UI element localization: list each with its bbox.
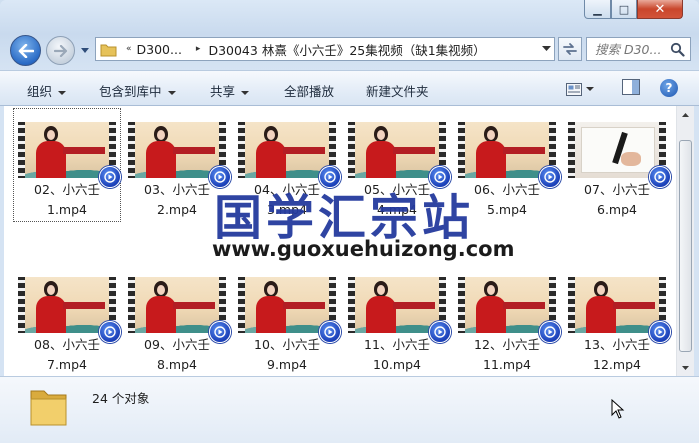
address-dropdown-icon[interactable] [542,44,551,53]
organize-menu[interactable]: 组织 [27,81,67,100]
file-name-line2: 9.mp4 [267,357,307,372]
file-name: 13、小六壬 12.mp4 [563,335,671,375]
preview-pane-icon [622,79,640,95]
file-name-line1: 08、小六壬 [34,337,100,352]
file-item[interactable]: 13、小六壬 12.mp4 [563,263,671,376]
file-name: 09、小六壬 8.mp4 [123,335,231,375]
scroll-up-button[interactable] [677,106,694,123]
change-view-button[interactable] [566,80,594,98]
play-all-button[interactable]: 全部播放 [284,81,334,100]
search-icon[interactable] [670,42,685,57]
help-button[interactable]: ? [660,79,678,97]
minimize-icon: ▁ [593,2,602,16]
view-options-icon [566,82,582,96]
share-label: 共享 [210,84,236,99]
chevron-down-icon [167,90,176,95]
file-name-line1: 13、小六壬 [584,337,650,352]
maximize-button[interactable]: □ [611,0,637,19]
file-name-line2: 7.mp4 [47,357,87,372]
forward-arrow-icon [53,44,67,57]
mouse-cursor-icon [611,399,625,419]
chevron-down-icon [241,90,250,95]
chevron-down-icon [58,90,67,95]
forward-button[interactable] [46,36,75,65]
folder-icon [30,390,67,426]
file-item[interactable]: 02、小六壬 1.mp4 [13,108,121,222]
file-name-line2: 1.mp4 [47,202,87,217]
refresh-icon [563,43,577,55]
file-name: 02、小六壬 1.mp4 [13,180,121,220]
folder-icon [100,44,117,56]
file-name: 10、小六壬 9.mp4 [233,335,341,375]
share-menu[interactable]: 共享 [210,81,250,100]
close-button[interactable]: ✕ [637,0,683,19]
scroll-thumb[interactable] [679,140,692,352]
breadcrumb-segment-parent[interactable]: D300... [137,42,182,57]
file-name-line2: 11.mp4 [483,357,531,372]
include-in-library-label: 包含到库中 [99,84,162,99]
preview-pane-button[interactable] [622,79,640,97]
address-bar[interactable]: « D300... ▸ D30043 林熹《小六壬》25集视频（缺1集视频） [95,37,555,61]
back-button[interactable] [10,35,41,66]
search-input[interactable] [595,39,673,59]
file-name-line1: 11、小六壬 [364,337,430,352]
file-item[interactable]: 08、小六壬 7.mp4 [13,263,121,376]
file-item[interactable]: 07、小六壬 6.mp4 [563,108,671,222]
file-name: 08、小六壬 7.mp4 [13,335,121,375]
command-bar: 组织 包含到库中 共享 全部播放 新建文件夹 ? [0,70,699,106]
file-name: 07、小六壬 6.mp4 [563,180,671,220]
breadcrumb-segment-current[interactable]: D30043 林熹《小六壬》25集视频（缺1集视频） [208,40,485,59]
file-name-line1: 07、小六壬 [584,182,650,197]
include-in-library-menu[interactable]: 包含到库中 [99,81,176,100]
file-item[interactable]: 10、小六壬 9.mp4 [233,263,341,376]
address-overflow[interactable]: « [126,44,132,54]
file-name-line1: 10、小六壬 [254,337,320,352]
recent-pages-dropdown[interactable] [80,45,90,55]
refresh-button[interactable] [558,37,582,61]
file-name-line2: 8.mp4 [157,357,197,372]
chevron-down-icon [682,365,689,370]
chevron-down-icon [586,87,594,91]
file-item[interactable]: 09、小六壬 8.mp4 [123,263,231,376]
vertical-scrollbar[interactable] [676,106,694,376]
close-icon: ✕ [654,1,666,17]
file-name: 12、小六壬 11.mp4 [453,335,561,375]
item-count: 24 个对象 [92,391,150,406]
back-arrow-icon [18,43,34,58]
file-item[interactable]: 12、小六壬 11.mp4 [453,263,561,376]
maximize-icon: □ [618,2,630,16]
file-name: 11、小六壬 10.mp4 [343,335,451,375]
file-item[interactable]: 11、小六壬 10.mp4 [343,263,451,376]
file-name-line2: 12.mp4 [593,357,641,372]
minimize-button[interactable]: ▁ [584,0,611,19]
new-folder-button[interactable]: 新建文件夹 [366,81,429,100]
file-name-line2: 10.mp4 [373,357,421,372]
details-pane: 24 个对象 [0,376,699,443]
explorer-window: ▁ □ ✕ « D300... ▸ D30043 林熹《小六壬》25集视频（缺1… [0,0,699,443]
scroll-down-button[interactable] [677,359,694,376]
watermark-url: www.guoxuehuizong.com [212,237,515,261]
chevron-down-icon [81,47,89,53]
file-name-line1: 02、小六壬 [34,182,100,197]
file-name-line2: 6.mp4 [597,202,637,217]
file-name-line1: 12、小六壬 [474,337,540,352]
breadcrumb-separator[interactable]: ▸ [196,44,201,54]
chevron-up-icon [682,112,689,117]
search-box[interactable] [586,37,691,61]
file-name-line1: 09、小六壬 [144,337,210,352]
organize-label: 组织 [27,84,53,99]
